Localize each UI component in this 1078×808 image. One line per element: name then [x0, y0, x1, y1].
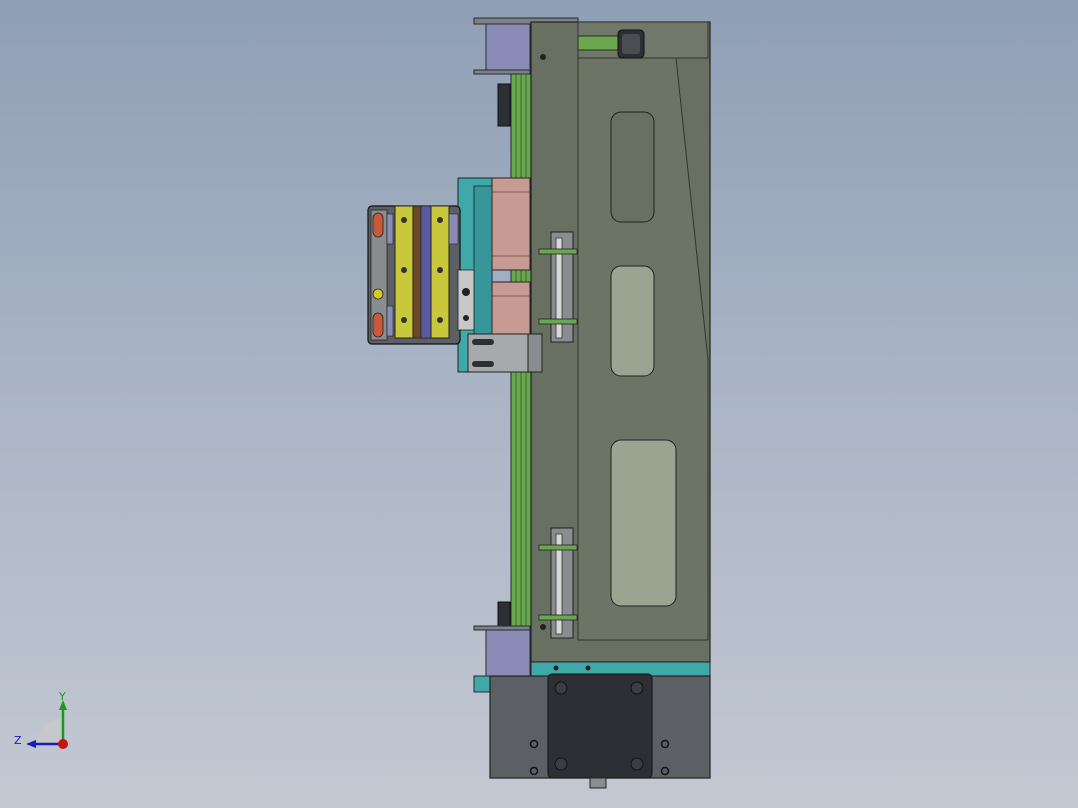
housing-window-lower: [610, 439, 677, 607]
z-axis-label: Z: [14, 734, 22, 747]
housing-screw: [540, 624, 546, 630]
upper-stop-block: [497, 83, 511, 127]
motor-base: [489, 673, 711, 789]
lower-stop-block: [497, 601, 511, 629]
gripper-module: [367, 205, 475, 345]
x-axis-dot: [58, 739, 68, 749]
housing-window-middle: [610, 265, 655, 377]
z-axis-arrowhead: [26, 740, 36, 748]
housing-window-upper: [610, 111, 655, 223]
clamp-bracket: [467, 333, 543, 373]
housing-screw: [540, 54, 546, 60]
y-axis-label: Y: [58, 690, 66, 703]
cad-model-view[interactable]: Y Z: [0, 0, 1078, 808]
coordinate-triad: Y Z: [14, 690, 68, 749]
cad-viewport[interactable]: Y Z: [0, 0, 1078, 808]
